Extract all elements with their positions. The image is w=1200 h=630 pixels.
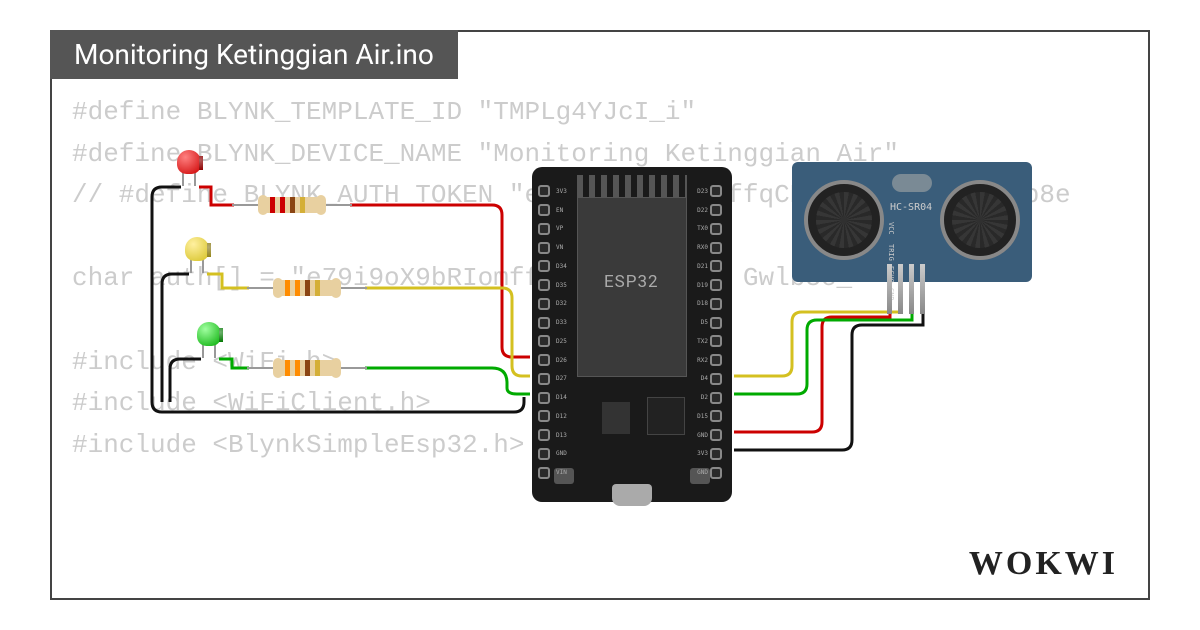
file-title: Monitoring Ketinggian Air.ino — [74, 38, 434, 71]
code-preview: #define BLYNK_TEMPLATE_ID "TMPLg4YJcI_i"… — [72, 92, 1128, 466]
project-card: Monitoring Ketinggian Air.ino #define BL… — [50, 30, 1150, 600]
esp32-usb-port — [612, 484, 652, 506]
esp32-en-button[interactable] — [554, 468, 574, 484]
wokwi-logo: WOKWI — [969, 545, 1118, 583]
esp32-boot-button[interactable] — [690, 468, 710, 484]
file-title-tab: Monitoring Ketinggian Air.ino — [50, 30, 458, 79]
